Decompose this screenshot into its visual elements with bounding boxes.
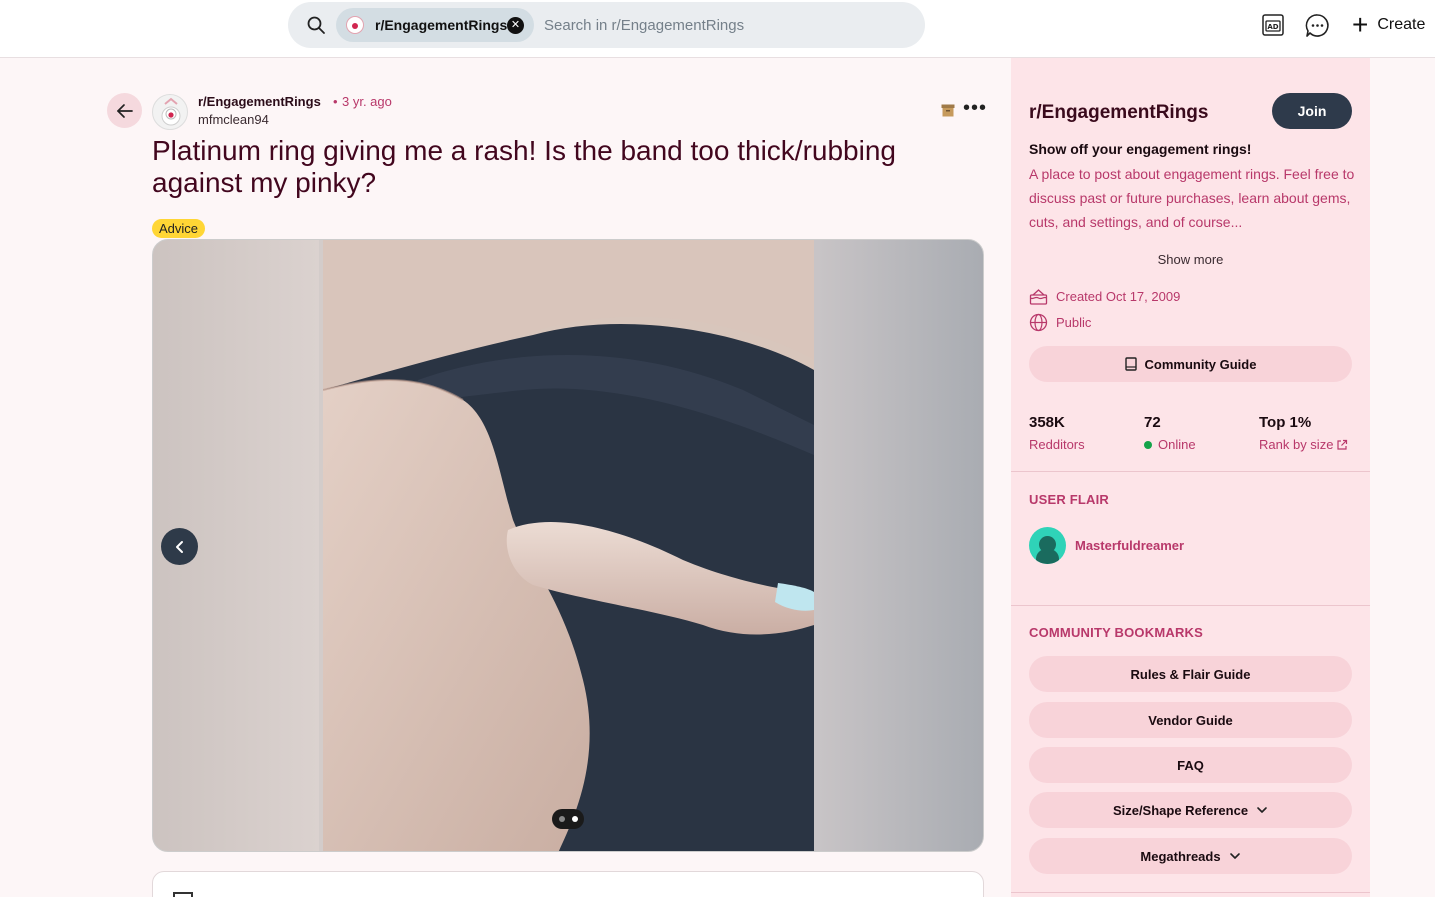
post-title: Platinum ring giving me a rash! Is the b…: [152, 135, 896, 198]
members-count: 358K: [1029, 414, 1065, 431]
gallery-pagination-dots: [552, 809, 584, 829]
visibility-row: Public: [1029, 313, 1091, 332]
back-button[interactable]: [107, 93, 142, 128]
meta-separator: •: [333, 94, 338, 109]
gallery-previous-button[interactable]: [161, 528, 198, 565]
user-flair-name[interactable]: Masterfuldreamer: [1075, 538, 1184, 553]
archive-icon: [941, 104, 955, 117]
chat-icon[interactable]: [1305, 13, 1330, 38]
bookmark-label: FAQ: [1177, 757, 1204, 773]
bookmark-label: Megathreads: [1140, 848, 1221, 864]
bookmark-rules-flair-guide[interactable]: Rules & Flair Guide: [1029, 656, 1352, 692]
community-guide-button[interactable]: Community Guide: [1029, 346, 1352, 382]
search-input[interactable]: [544, 15, 904, 35]
stat-rank[interactable]: Top 1% Rank by size: [1259, 414, 1348, 452]
create-button[interactable]: + Create: [1352, 11, 1425, 39]
subreddit-search-chip[interactable]: r/EngagementRings ✕: [336, 8, 534, 42]
bookmark-megathreads[interactable]: Megathreads: [1029, 838, 1352, 874]
book-icon: [1124, 357, 1137, 371]
chip-close-icon[interactable]: ✕: [507, 17, 524, 34]
advertise-icon[interactable]: AD: [1262, 14, 1284, 36]
bookmark-label: Size/Shape Reference: [1112, 802, 1249, 818]
stat-online: 72 Online: [1144, 414, 1196, 452]
community-guide-label: Community Guide: [1144, 356, 1257, 372]
arrow-left-icon: [116, 103, 133, 118]
chevron-down-icon: [1257, 807, 1267, 813]
online-label: Online: [1158, 437, 1196, 452]
search-icon: [307, 16, 325, 34]
rank-label: Rank by size: [1259, 437, 1334, 452]
visibility-label: Public: [1056, 315, 1092, 330]
post-subreddit-link[interactable]: r/EngagementRings: [198, 94, 321, 109]
comment-composer[interactable]: [152, 871, 984, 897]
svg-text:AD: AD: [1267, 23, 1278, 31]
top-bar: r/EngagementRings ✕ AD + Create: [0, 0, 1435, 58]
external-link-icon: [1337, 439, 1348, 450]
members-label: Redditors: [1029, 437, 1085, 452]
gallery-dot[interactable]: [558, 816, 565, 822]
section-divider: [1011, 471, 1370, 472]
online-count: 72: [1144, 414, 1161, 431]
bookmark-label: Vendor Guide: [1148, 712, 1233, 728]
rank-value: Top 1%: [1259, 414, 1312, 431]
user-flair-avatar[interactable]: [1029, 527, 1066, 564]
stat-members: 358K Redditors: [1029, 414, 1085, 452]
community-description: A place to post about engagement rings. …: [1029, 166, 1355, 230]
community-tagline: Show off your engagement rings!: [1029, 141, 1252, 157]
bookmark-label: Rules & Flair Guide: [1130, 666, 1251, 682]
image-gallery[interactable]: [152, 239, 984, 852]
chevron-down-icon: [1229, 853, 1240, 859]
created-date: Created Oct 17, 2009: [1056, 289, 1181, 304]
more-options-icon[interactable]: •••: [963, 98, 987, 118]
user-flair-heading: USER FLAIR: [1029, 492, 1109, 507]
comment-icon: [173, 892, 193, 897]
section-divider: [1011, 892, 1370, 893]
post-flair-badge[interactable]: Advice: [152, 219, 206, 238]
community-bookmarks-heading: COMMUNITY BOOKMARKS: [1029, 625, 1203, 640]
section-divider: [1011, 605, 1370, 606]
gallery-dot-active[interactable]: [571, 816, 578, 822]
online-status-icon: [1144, 440, 1152, 449]
show-more-button[interactable]: Show more: [1029, 252, 1352, 267]
subreddit-chip-label: r/EngagementRings: [375, 17, 508, 33]
post-age: 3 yr. ago: [342, 94, 392, 109]
bookmark-faq[interactable]: FAQ: [1029, 747, 1352, 783]
community-title: r/EngagementRings: [1029, 102, 1209, 123]
post-author-link[interactable]: mfmclean94: [198, 112, 269, 127]
bookmark-size-shape-reference[interactable]: Size/Shape Reference: [1029, 792, 1352, 828]
community-sidebar: r/EngagementRings Join Show off your eng…: [1011, 58, 1370, 897]
join-button[interactable]: Join: [1272, 93, 1352, 129]
subreddit-chip-avatar: [346, 16, 364, 34]
bookmark-vendor-guide[interactable]: Vendor Guide: [1029, 702, 1352, 738]
globe-icon: [1029, 313, 1048, 332]
plus-icon: +: [1352, 9, 1369, 40]
chevron-left-icon: [175, 540, 183, 553]
post-image: [323, 240, 814, 851]
ring-logo-icon: [161, 97, 181, 126]
subreddit-avatar[interactable]: [152, 94, 188, 130]
created-date-row: Created Oct 17, 2009: [1029, 288, 1180, 305]
cake-icon: [1029, 289, 1048, 305]
create-label: Create: [1377, 16, 1426, 33]
search-bar[interactable]: r/EngagementRings ✕: [288, 2, 925, 48]
